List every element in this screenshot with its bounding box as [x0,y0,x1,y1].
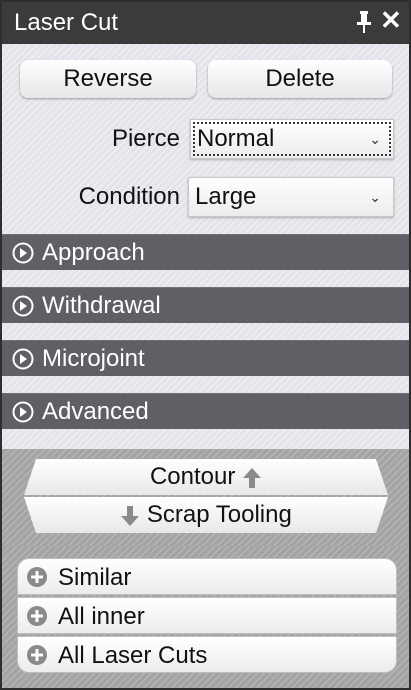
scrap-tooling-label: Scrap Tooling [146,501,292,528]
section-withdrawal[interactable]: Withdrawal [2,287,409,324]
chevron-down-icon: ⌄ [369,189,381,205]
section-label: Advanced [42,398,149,425]
section-advanced[interactable]: Advanced [2,393,409,430]
tooling-direction: Contour Scrap Tooling [2,449,409,546]
pierce-label: Pierce [111,125,180,152]
laser-cut-panel: Laser Cut ✕ Reverse Delete Pierce Normal… [0,0,411,690]
section-label: Microjoint [42,345,145,372]
arrow-down-icon [121,505,140,526]
expand-circle-icon [12,401,34,423]
section-label: Withdrawal [42,292,161,319]
pierce-value: Normal [197,125,275,152]
condition-select[interactable]: Large ⌄ [188,177,394,217]
list-item-label: All Laser Cuts [58,642,208,669]
divider [2,376,409,393]
list-item-label: Similar [58,564,132,591]
cut-options: Reverse Delete Pierce Normal ⌄ Condition… [2,44,409,234]
title-bar: Laser Cut ✕ [2,2,409,44]
chevron-down-icon: ⌄ [369,131,381,147]
expand-circle-icon [12,242,34,264]
list-item-all-inner[interactable]: All inner [17,597,397,634]
add-cuts-list: Similar All inner All Laser Cuts [17,558,397,675]
list-item-label: All inner [58,603,145,630]
section-approach[interactable]: Approach [2,234,409,271]
window-title: Laser Cut [14,9,119,36]
condition-label: Condition [78,183,180,210]
pin-icon[interactable] [354,10,374,34]
add-cuts-list-area: Similar All inner All Laser Cuts [2,546,409,688]
list-item-all-laser-cuts[interactable]: All Laser Cuts [17,636,397,673]
scrap-tooling-button[interactable]: Scrap Tooling [24,497,388,533]
arrow-up-icon [243,467,262,488]
close-icon[interactable]: ✕ [380,7,402,33]
condition-value: Large [195,183,257,210]
delete-button[interactable]: Delete [208,60,392,98]
plus-circle-icon [27,606,47,626]
expand-circle-icon [12,348,34,370]
divider [2,429,409,449]
contour-button[interactable]: Contour [24,459,388,495]
divider [2,270,409,287]
expand-circle-icon [12,295,34,317]
reverse-button[interactable]: Reverse [20,60,196,98]
section-microjoint[interactable]: Microjoint [2,340,409,377]
plus-circle-icon [27,567,47,587]
section-label: Approach [42,239,145,266]
pierce-select[interactable]: Normal ⌄ [190,119,394,159]
plus-circle-icon [27,645,47,665]
list-item-similar[interactable]: Similar [17,558,397,595]
divider [2,323,409,340]
contour-label: Contour [149,463,236,490]
